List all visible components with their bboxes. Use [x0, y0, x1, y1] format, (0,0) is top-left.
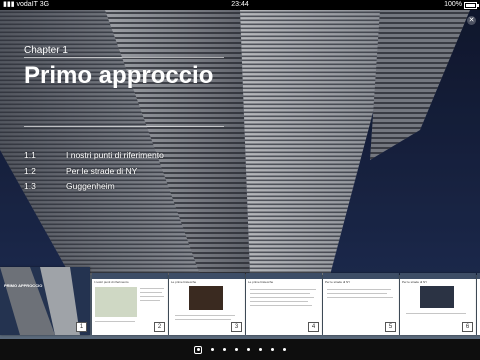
thumbnail-title: Per le strade di NY — [325, 280, 351, 284]
page-dot[interactable] — [247, 348, 250, 351]
map-image — [95, 287, 137, 317]
thumbnail-header — [323, 273, 399, 279]
page-thumbnail[interactable]: PRIMO APPROCCIO 1 — [0, 267, 90, 335]
page-thumbnail[interactable]: Per le strade di NY 6 — [400, 273, 476, 335]
page-dot[interactable] — [271, 348, 274, 351]
thumbnail-title: Le prime bistecche — [171, 280, 197, 284]
text-line — [327, 297, 393, 298]
table-of-contents: 1.1 I nostri punti di riferimento 1.2 Pe… — [24, 148, 244, 195]
text-line — [250, 297, 314, 298]
page-dot[interactable] — [283, 348, 286, 351]
page-dot[interactable] — [259, 348, 262, 351]
page-dot[interactable] — [235, 348, 238, 351]
page-number: 5 — [385, 322, 396, 332]
text-line — [175, 319, 231, 320]
text-line — [140, 300, 160, 301]
text-line — [140, 296, 164, 297]
toc-item[interactable]: 1.1 I nostri punti di riferimento — [24, 148, 244, 164]
page-number: 4 — [308, 322, 319, 332]
text-line — [250, 293, 310, 294]
skyscraper-photo — [0, 10, 480, 275]
page-dot[interactable] — [211, 348, 214, 351]
toc-number: 1.1 — [24, 150, 36, 160]
text-line — [140, 292, 162, 293]
toc-number: 1.3 — [24, 181, 36, 191]
chapter-label: Chapter 1 — [24, 45, 68, 56]
toc-number: 1.2 — [24, 165, 36, 176]
battery-icon — [464, 1, 479, 9]
page-thumbnail[interactable]: Le prime bistecche 4 — [246, 273, 322, 335]
text-line — [140, 288, 164, 289]
text-line — [175, 315, 235, 316]
thumbnail-title: PRIMO APPROCCIO — [4, 283, 43, 288]
thumbnail-header — [169, 273, 245, 279]
page-dot-current[interactable] — [194, 345, 202, 354]
page-number: 2 — [154, 322, 165, 332]
thumbnail-title: Le prime bistecche — [248, 280, 274, 284]
thumbnail-header — [246, 273, 322, 279]
toc-item[interactable]: 1.3 Guggenheim — [24, 179, 244, 195]
toc-item[interactable]: 1.2 Per le strade di NY — [24, 164, 244, 180]
thumbnail-title: Per le strade di NY — [402, 280, 428, 284]
page-number: 3 — [231, 322, 242, 332]
page-indicator[interactable] — [0, 339, 480, 360]
page-thumbnail[interactable]: Per le strade di NY 5 — [323, 273, 399, 335]
close-icon[interactable]: ✕ — [467, 16, 476, 25]
chapter-page[interactable]: ✕ Chapter 1 Primo approccio 1.1 I nostri… — [0, 10, 480, 275]
text-line — [327, 289, 391, 290]
text-line — [406, 313, 466, 314]
thumbnail-title: I nostri punti di riferimento — [94, 280, 129, 284]
text-line — [250, 301, 308, 302]
chapter-title: Primo approccio — [24, 62, 214, 89]
toc-title: I nostri punti di riferimento — [66, 150, 164, 160]
page-thumbnail[interactable]: Le prime bistecche 3 — [169, 273, 245, 335]
battery-status: 100% — [444, 0, 479, 10]
page-number: 1 — [76, 322, 87, 332]
text-line — [250, 289, 316, 290]
toc-title: Guggenheim — [66, 181, 115, 191]
divider — [24, 57, 224, 58]
page-dot[interactable] — [223, 348, 226, 351]
page-number: 6 — [462, 322, 473, 332]
text-line — [250, 305, 312, 306]
divider — [24, 126, 224, 127]
thumbnail-header — [400, 273, 476, 279]
toc-title: Per le strade di NY — [66, 165, 138, 176]
clock: 23:44 — [231, 1, 249, 8]
photo-image — [189, 286, 223, 310]
page-thumbnail[interactable]: I nostri punti di riferimento 2 — [92, 273, 168, 335]
thumbnail-strip[interactable]: PRIMO APPROCCIO 1 I nostri punti di rife… — [0, 267, 480, 339]
text-line — [327, 293, 387, 294]
text-line — [95, 321, 135, 322]
thumbnail-header — [92, 273, 168, 279]
photo-image — [420, 286, 454, 308]
status-bar: ▮▮▮ vodaIT 3G 23:44 100% — [0, 0, 480, 10]
